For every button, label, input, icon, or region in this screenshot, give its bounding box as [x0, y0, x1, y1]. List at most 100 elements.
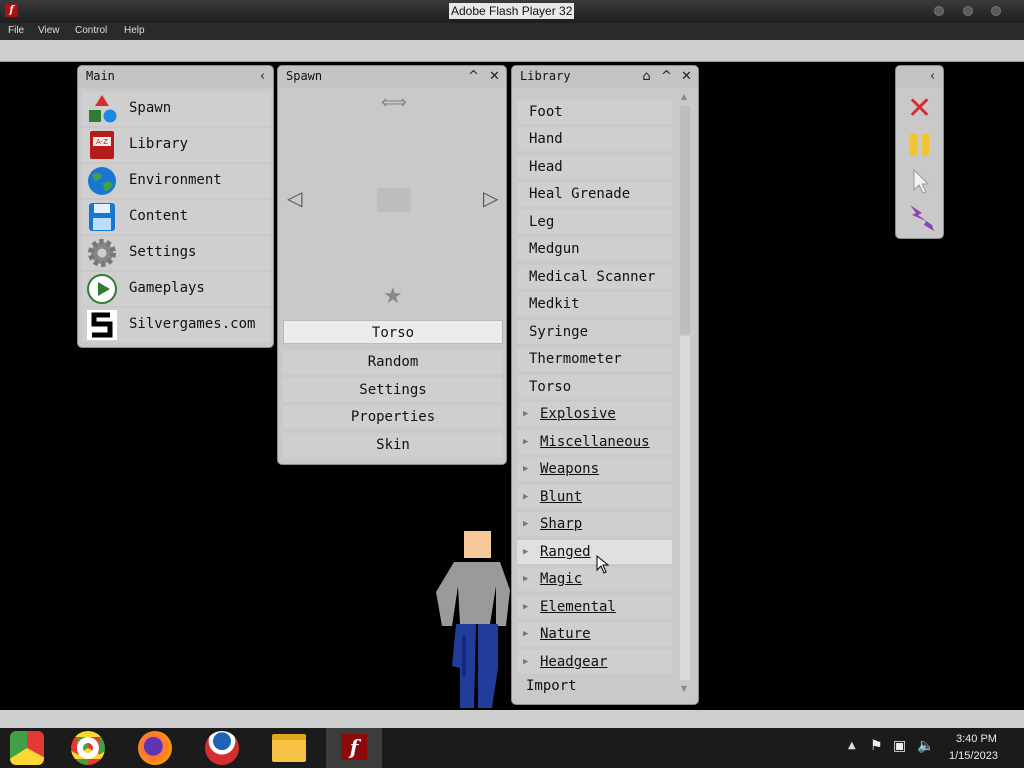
clock-time[interactable]: 3:40 PM: [956, 733, 997, 745]
expand-triangle-icon: ▶: [523, 492, 529, 502]
main-item-gameplays[interactable]: Gameplays: [82, 272, 271, 306]
collapse-up-icon[interactable]: ^: [464, 67, 483, 86]
library-item[interactable]: Heal Grenade: [517, 182, 672, 206]
library-item[interactable]: Thermometer: [517, 347, 672, 371]
pause-icon[interactable]: [910, 134, 930, 156]
main-panel-header: Main ‹: [78, 66, 273, 88]
tray-expand-icon[interactable]: ▲: [848, 740, 856, 751]
main-item-spawn[interactable]: Spawn: [82, 92, 271, 126]
play-icon: [87, 274, 117, 304]
library-category[interactable]: ▶ Miscellaneous: [517, 430, 672, 454]
maximize-button[interactable]: [963, 6, 973, 16]
cursor-icon[interactable]: [912, 168, 930, 194]
home-icon[interactable]: ⌂: [637, 67, 656, 86]
volume-icon[interactable]: 🔈: [917, 738, 934, 754]
library-item[interactable]: Foot: [517, 100, 672, 124]
menu-view[interactable]: View: [38, 25, 60, 36]
collapse-up-icon[interactable]: ^: [657, 67, 676, 86]
network-icon[interactable]: ▣: [893, 738, 906, 754]
lightning-icon[interactable]: [906, 203, 936, 233]
main-item-library[interactable]: A-Z Library: [82, 128, 271, 162]
spawn-skin-button[interactable]: Skin: [283, 433, 503, 457]
library-item[interactable]: Head: [517, 155, 672, 179]
chrome-old-icon[interactable]: [10, 731, 44, 765]
favorite-star-icon[interactable]: ★: [383, 284, 403, 309]
library-scrollbar[interactable]: ▲ ▼: [678, 92, 692, 698]
main-item-label: Settings: [129, 244, 197, 260]
action-center-flag-icon[interactable]: ⚑: [870, 738, 883, 754]
library-item[interactable]: Hand: [517, 127, 672, 151]
spawn-selected-item[interactable]: Torso: [283, 320, 503, 344]
library-category[interactable]: ▶ Nature: [517, 622, 672, 646]
main-item-environment[interactable]: Environment: [82, 164, 271, 198]
chrome-icon[interactable]: [71, 731, 105, 765]
menu-file[interactable]: File: [8, 25, 24, 36]
menu-help[interactable]: Help: [124, 25, 145, 36]
spawn-properties-button[interactable]: Properties: [283, 405, 503, 429]
main-item-label: Environment: [129, 172, 222, 188]
collapse-left-icon[interactable]: ‹: [253, 67, 272, 86]
close-red-x-icon[interactable]: ✕: [907, 94, 932, 124]
expand-triangle-icon: ▶: [523, 602, 529, 612]
scrollbar-thumb[interactable]: [680, 106, 690, 334]
library-item[interactable]: Syringe: [517, 320, 672, 344]
expand-triangle-icon: ▶: [523, 574, 529, 584]
library-category[interactable]: ▶ Explosive: [517, 402, 672, 426]
main-item-silvergames[interactable]: Silvergames.com: [82, 308, 271, 342]
library-item[interactable]: Medical Scanner: [517, 265, 672, 289]
library-item[interactable]: Torso: [517, 375, 672, 399]
library-item-label: Thermometer: [529, 351, 622, 367]
scroll-up-icon[interactable]: ▲: [681, 92, 687, 101]
menu-control[interactable]: Control: [75, 25, 107, 36]
library-category[interactable]: ▶ Weapons: [517, 457, 672, 481]
collapse-left-icon[interactable]: ‹: [923, 67, 942, 86]
minimize-button[interactable]: [934, 6, 944, 16]
spawn-settings-button[interactable]: Settings: [283, 378, 503, 402]
game-bottom-strip: [0, 710, 1024, 728]
main-item-label: Library: [129, 136, 189, 152]
next-arrow-icon[interactable]: ▷: [483, 186, 498, 210]
library-category-label: Miscellaneous: [540, 434, 650, 450]
library-category-label: Nature: [540, 626, 591, 642]
tools-panel: ‹ ✕: [895, 65, 944, 239]
globe-icon: [88, 167, 116, 195]
firefox-icon[interactable]: [138, 731, 172, 765]
library-category-hovered[interactable]: ▶ Ranged: [517, 540, 672, 564]
library-category-label: Elemental: [540, 599, 616, 615]
book-icon: A-Z: [90, 131, 114, 159]
main-item-settings[interactable]: Settings: [82, 236, 271, 270]
file-explorer-icon[interactable]: [272, 734, 306, 762]
library-item[interactable]: Leg: [517, 210, 672, 234]
main-item-label: Gameplays: [129, 280, 205, 296]
spawn-random-button[interactable]: Random: [283, 350, 503, 374]
library-panel-title: Library: [520, 69, 571, 83]
main-item-content[interactable]: Content: [82, 200, 271, 234]
library-item-label: Hand: [529, 131, 563, 147]
library-category[interactable]: ▶ Sharp: [517, 512, 672, 536]
close-window-button[interactable]: [991, 6, 1001, 16]
library-category[interactable]: ▶ Headgear: [517, 650, 672, 674]
prev-arrow-icon[interactable]: ◁: [287, 186, 302, 210]
clock-date[interactable]: 1/15/2023: [949, 750, 998, 762]
library-item[interactable]: Medkit: [517, 292, 672, 316]
library-item-label: Syringe: [529, 324, 589, 340]
close-icon[interactable]: ✕: [677, 67, 696, 86]
main-panel-title: Main: [86, 69, 115, 83]
resize-horizontal-icon[interactable]: ⟺: [381, 92, 407, 113]
scroll-down-icon[interactable]: ▼: [681, 684, 687, 693]
library-category[interactable]: ▶ Elemental: [517, 595, 672, 619]
library-item[interactable]: Medgun: [517, 237, 672, 261]
library-category[interactable]: ▶ Magic: [517, 567, 672, 591]
library-panel-header: Library ⌂ ^ ✕: [512, 66, 698, 88]
ragdoll-figure[interactable]: [430, 528, 520, 710]
library-import-button[interactable]: Import: [526, 678, 577, 694]
library-category[interactable]: ▶ Blunt: [517, 485, 672, 509]
library-item-label: Medkit: [529, 296, 580, 312]
close-icon[interactable]: ✕: [485, 67, 504, 86]
flash-player-taskbar-button[interactable]: f: [326, 728, 382, 768]
main-panel: Main ‹ Spawn A-Z Library Environment Con: [77, 65, 274, 348]
title-bar: f Adobe Flash Player 32: [0, 0, 1024, 23]
expand-triangle-icon: ▶: [523, 657, 529, 667]
preview-thumbnail: [377, 188, 411, 212]
obama-logo-icon[interactable]: [205, 731, 239, 765]
